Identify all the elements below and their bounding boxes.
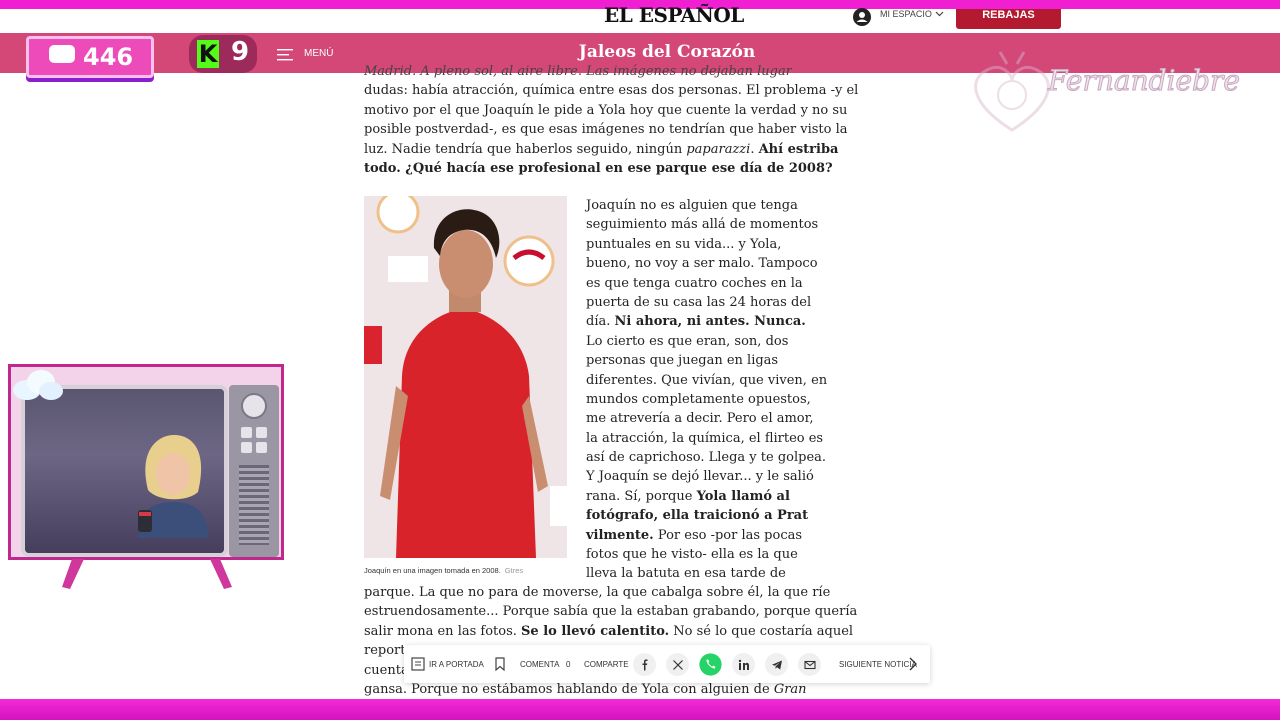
article-line: fotos que he visto- ella es la que xyxy=(586,547,798,563)
article-line: día. Ni ahora, ni antes. Nunca. xyxy=(586,314,806,330)
share-label: COMPARTE xyxy=(584,659,629,669)
article-photo[interactable] xyxy=(364,196,567,558)
tv-buttons xyxy=(241,427,267,453)
stream-border-bottom xyxy=(0,699,1280,720)
promo-button[interactable]: REBAJAS xyxy=(956,9,1061,29)
article-line: luz. Nadie tendría que haberlos seguido,… xyxy=(364,141,839,157)
chat-bubble-icon xyxy=(49,45,75,63)
kick-counter-badge: K 9 xyxy=(189,35,257,73)
article-line: rana. Sí, porque Yola llamó al xyxy=(586,488,790,504)
article-line: vilmente. Por eso -por las pocas xyxy=(586,527,803,543)
x-twitter-icon[interactable] xyxy=(666,653,689,676)
article-line: personas que juegan en ligas xyxy=(586,353,779,369)
site-logo[interactable]: EL ESPAÑOL xyxy=(604,5,744,25)
user-menu-label[interactable]: MI ESPACIO xyxy=(880,9,932,19)
article-line: salir mona en las fotos. Se lo llevó cal… xyxy=(364,623,854,639)
article-line: parque. La que no para de moverse, la qu… xyxy=(364,585,831,600)
hamburger-menu-icon[interactable] xyxy=(277,49,293,61)
article-line: dudas: había atracción, química entre es… xyxy=(364,83,859,99)
facebook-icon[interactable] xyxy=(633,653,656,676)
chat-count: 446 xyxy=(83,43,134,71)
tv-control-panel xyxy=(229,385,279,557)
user-icon[interactable] xyxy=(853,8,871,26)
photo-caption: Joaquín en una imagen tomada en 2008. Gtr… xyxy=(364,566,524,575)
email-icon[interactable] xyxy=(798,653,821,676)
article-line: Madrid. A pleno sol, al aire libre. Las … xyxy=(364,64,792,79)
tv-speaker-grille xyxy=(239,465,269,545)
article-paragraph-top: Madrid. A pleno sol, al aire libre. Las … xyxy=(364,62,859,178)
comments-count: 0 xyxy=(566,659,571,669)
article-line: todo. ¿Qué hacía ese profesional en ese … xyxy=(364,160,833,176)
menu-label[interactable]: MENÚ xyxy=(304,48,333,59)
article-line: bueno, no voy a ser malo. Tampoco xyxy=(586,256,818,272)
share-toolbar: IR A PORTADA COMENTA 0 COMPARTE SIGUIENT… xyxy=(404,645,930,683)
article-line: mundos completamente opuestos, xyxy=(586,391,811,407)
article-line: seguimiento más allá de momentos xyxy=(586,217,819,233)
comments-label[interactable]: COMENTA xyxy=(520,645,559,683)
linkedin-icon[interactable] xyxy=(732,653,755,676)
streamer-figure xyxy=(138,435,208,538)
article-line: Y Joaquín se dejó llevar... y le salió xyxy=(586,469,814,485)
article-line: Lo cierto es que eran, son, dos xyxy=(586,333,789,349)
newspaper-icon[interactable] xyxy=(411,657,425,671)
kick-count: 9 xyxy=(231,37,250,67)
tv-legs xyxy=(62,559,232,589)
article-line: posible postverdad-, es que esas imágene… xyxy=(364,122,848,138)
article-line: lleva la batuta en esa tarde de xyxy=(586,566,786,582)
article-line: fotógrafo, ella traicionó a Prat xyxy=(586,508,809,524)
telegram-icon[interactable] xyxy=(765,653,788,676)
article-paragraph-side: Joaquín no es alguien que tenga seguimie… xyxy=(586,196,828,584)
home-link[interactable]: IR A PORTADA xyxy=(429,645,484,683)
article-line: me atrevería a decir. Pero el amor, xyxy=(586,411,814,427)
article-line: puntuales en su vida... y Yola, xyxy=(586,236,782,252)
chevron-right-icon[interactable] xyxy=(908,657,918,671)
article-line: estruendosamente... Porque sabía que la … xyxy=(364,604,858,620)
article-line: es que tenga cuatro coches en la xyxy=(586,275,803,291)
cloud-decoration-icon xyxy=(13,370,63,400)
chevron-down-icon[interactable] xyxy=(935,9,944,18)
article-line: Joaquín no es alguien que tenga xyxy=(586,198,798,213)
tv-knob-icon xyxy=(241,393,267,419)
section-title[interactable]: Jaleos del Corazón xyxy=(540,42,794,62)
kick-logo-icon: K xyxy=(197,40,219,68)
next-article-link[interactable]: SIGUIENTE NOTICIA xyxy=(839,645,917,683)
bookmark-icon[interactable] xyxy=(494,657,506,671)
article-line: puerta de su casa las 24 horas del xyxy=(586,294,812,310)
whatsapp-icon[interactable] xyxy=(699,653,722,676)
article-line: diferentes. Que vivían, que viven, en xyxy=(586,372,828,388)
article-line: motivo por el que Joaquín le pide a Yola… xyxy=(364,102,848,118)
watermark-text: Fernandiebre xyxy=(1048,64,1241,98)
article-line: así de caprichoso. Llega y te golpea. xyxy=(586,450,827,466)
article-line: la atracción, la química, el flirteo es xyxy=(586,430,824,446)
chat-counter-badge: 446 xyxy=(26,36,154,78)
